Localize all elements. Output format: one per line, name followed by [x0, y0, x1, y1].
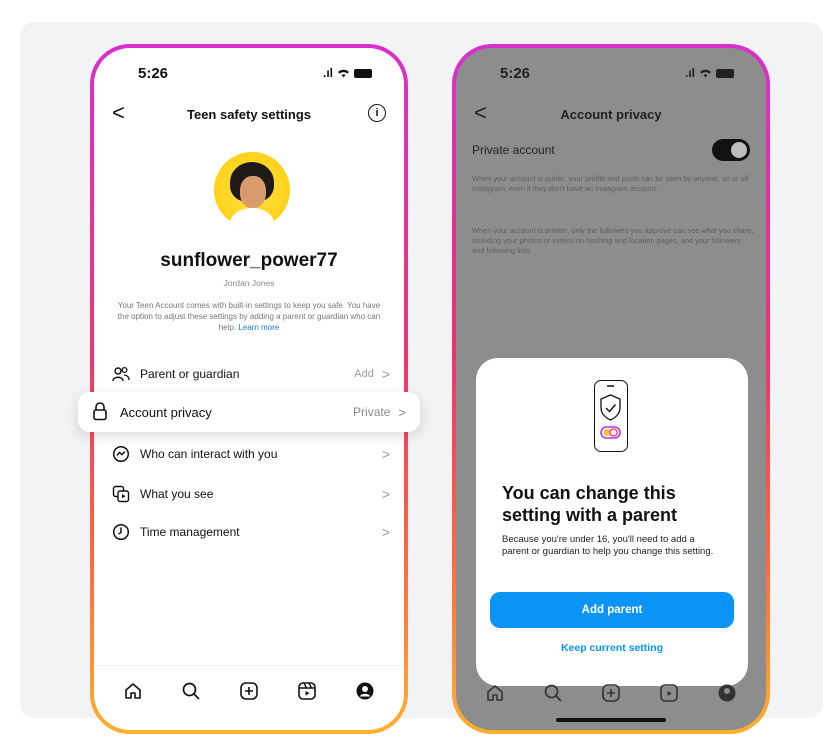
settings-row-account-privacy[interactable]: Account privacy Private > [78, 392, 420, 432]
phone-shield-illustration-icon [594, 380, 628, 452]
nav-bar: < Account privacy [456, 100, 766, 128]
learn-more-link[interactable]: Learn more [238, 323, 279, 332]
status-icons: .ıl [323, 66, 372, 80]
status-time: 5:26 [500, 64, 531, 82]
private-account-label: Private account [472, 143, 555, 157]
battery-icon [716, 68, 734, 78]
status-bar: 5:26 .ıl [94, 62, 404, 84]
chevron-right-icon: > [381, 366, 390, 382]
chevron-right-icon: > [381, 446, 390, 462]
search-icon[interactable] [541, 681, 565, 705]
settings-row-label: Parent or guardian [140, 367, 240, 381]
settings-row-value: Private [353, 405, 391, 419]
keep-current-setting-button[interactable]: Keep current setting [476, 642, 748, 654]
settings-row-interact[interactable]: Who can interact with you > [112, 442, 390, 466]
status-time: 5:26 [138, 64, 169, 82]
phone-screen: 5:26 .ıl < Account privacy Private accou… [456, 48, 766, 730]
settings-row-what-you-see[interactable]: What you see > [112, 482, 390, 506]
settings-row-label: What you see [140, 487, 214, 501]
clock-icon [112, 523, 130, 541]
wifi-icon [700, 69, 711, 78]
settings-row-label: Time management [140, 525, 240, 539]
info-icon[interactable]: i [368, 104, 386, 122]
phone-account-privacy: 5:26 .ıl < Account privacy Private accou… [452, 44, 770, 734]
settings-row-parent[interactable]: Parent or guardian Add > [112, 362, 390, 386]
battery-icon [354, 68, 372, 78]
parent-required-sheet: You can change this setting with a paren… [476, 358, 748, 686]
media-icon [112, 485, 130, 503]
chat-icon [112, 445, 130, 463]
username: sunflower_power77 [160, 250, 338, 271]
status-bar: 5:26 .ıl [456, 62, 766, 84]
chevron-right-icon: > [381, 486, 390, 502]
home-icon[interactable] [121, 679, 145, 703]
people-icon [112, 365, 130, 383]
page-title: Account privacy [560, 106, 662, 122]
private-description: When your account is private, only the f… [472, 226, 754, 255]
sheet-body: Because you're under 16, you'll need to … [502, 534, 714, 557]
private-account-toggle[interactable] [712, 139, 750, 161]
reels-icon[interactable] [295, 679, 319, 703]
settings-row-time[interactable]: Time management > [112, 520, 390, 544]
settings-row-label: Who can interact with you [140, 447, 278, 461]
phone-screen: 5:26 .ıl < Teen safety settings i sunflo… [94, 48, 404, 730]
back-chevron-icon[interactable]: < [474, 100, 487, 126]
signal-icon: .ıl [322, 66, 333, 80]
wifi-icon [338, 69, 349, 78]
public-description: When your account is public, your profil… [472, 174, 749, 193]
create-icon[interactable] [237, 679, 261, 703]
search-icon[interactable] [179, 679, 203, 703]
status-icons: .ıl [685, 66, 734, 80]
chevron-right-icon: > [398, 404, 406, 420]
tab-bar [94, 676, 404, 706]
avatar-face [240, 176, 266, 208]
page-title: Teen safety settings [186, 106, 312, 122]
phone-teen-safety: 5:26 .ıl < Teen safety settings i sunflo… [90, 44, 408, 734]
chevron-right-icon: > [381, 524, 390, 540]
reels-icon[interactable] [657, 681, 681, 705]
home-icon[interactable] [483, 681, 507, 705]
lock-icon [92, 401, 108, 424]
profile-icon[interactable] [715, 681, 739, 705]
avatar [214, 152, 290, 228]
profile-icon[interactable] [353, 679, 377, 703]
nav-bar: < Teen safety settings i [94, 100, 404, 128]
real-name: Jordan Jones [223, 278, 275, 288]
sheet-title: You can change this setting with a paren… [502, 483, 678, 525]
signal-icon: .ıl [684, 66, 695, 80]
home-indicator [556, 718, 666, 722]
create-icon[interactable] [599, 681, 623, 705]
back-chevron-icon[interactable]: < [112, 100, 125, 126]
settings-row-label: Account privacy [120, 404, 212, 420]
avatar-shirt [230, 208, 274, 228]
tab-bar [456, 678, 766, 708]
private-account-row: Private account [472, 138, 750, 162]
settings-row-value: Add [354, 368, 374, 380]
teen-account-blurb: Your Teen Account comes with built-in se… [116, 300, 382, 333]
add-parent-button[interactable]: Add parent [490, 592, 734, 628]
tabbar-divider [94, 665, 404, 666]
